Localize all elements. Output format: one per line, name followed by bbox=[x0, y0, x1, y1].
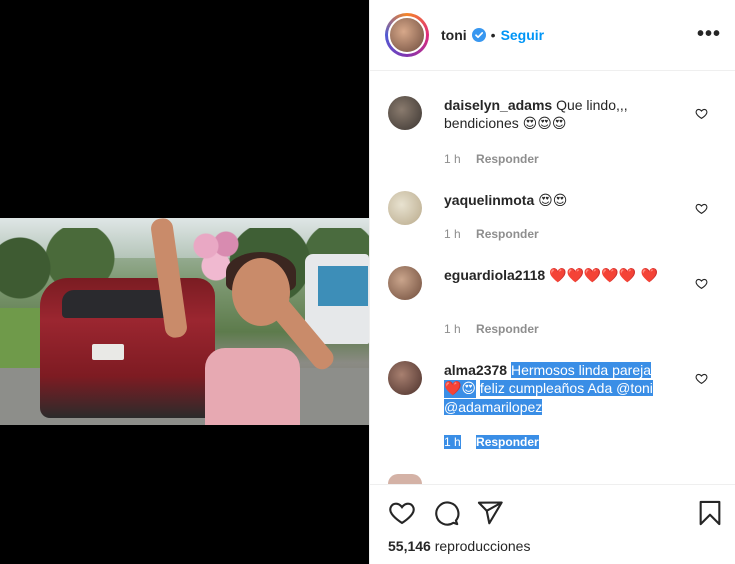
video-scene-face bbox=[232, 258, 290, 326]
reply-button[interactable]: Responder bbox=[476, 227, 539, 241]
commenter-avatar[interactable] bbox=[388, 361, 422, 395]
comment-body: eguardiola2118 ❤️❤️❤️❤️❤️ ❤️ bbox=[444, 266, 684, 285]
comment-like-heart-icon[interactable] bbox=[695, 107, 708, 120]
like-heart-icon[interactable] bbox=[388, 499, 416, 527]
comment-meta: 1 h Responder bbox=[444, 227, 551, 241]
views-number: 55,146 bbox=[388, 538, 431, 554]
comments-list[interactable]: daiselyn_adams Que lindo,,, bendiciones … bbox=[370, 71, 735, 484]
comment-time[interactable]: 1 h bbox=[444, 322, 461, 336]
comment-username[interactable]: alma2378 bbox=[444, 362, 507, 378]
comment-body: daiselyn_adams Que lindo,,, bendiciones … bbox=[444, 96, 684, 133]
comment-emojis: 😍😍 bbox=[538, 193, 568, 209]
comment-text: feliz cumpleaños Ada @toni @adamarilopez bbox=[444, 380, 653, 415]
more-options-icon[interactable]: ••• bbox=[697, 24, 721, 44]
comment-username[interactable]: daiselyn_adams bbox=[444, 97, 552, 113]
video-scene-license-plate bbox=[92, 344, 124, 360]
commenter-avatar[interactable] bbox=[388, 474, 422, 484]
comment-like-heart-icon[interactable] bbox=[695, 372, 708, 385]
views-count[interactable]: 55,146 reproducciones bbox=[388, 538, 530, 554]
views-label: reproducciones bbox=[434, 538, 531, 554]
comment-body: alma2378 Hermosos linda pareja ❤️😍 feliz… bbox=[444, 361, 684, 416]
header-separator: • bbox=[490, 27, 496, 43]
commenter-avatar[interactable] bbox=[388, 266, 422, 300]
follow-button[interactable]: Seguir bbox=[501, 27, 545, 43]
comment-emojis: ❤️😍 bbox=[444, 380, 477, 398]
post-side-panel: toni • Seguir ••• daiselyn_adams Que lin… bbox=[369, 0, 735, 564]
comment-emojis: 😍😍😍 bbox=[522, 116, 567, 132]
author-avatar[interactable] bbox=[385, 13, 429, 57]
comment-icon[interactable] bbox=[432, 499, 460, 527]
commenter-avatar[interactable] bbox=[388, 191, 422, 225]
video-scene-dress bbox=[205, 348, 300, 425]
author-avatar-image bbox=[388, 16, 426, 54]
comment-text: Hermosos linda pareja bbox=[510, 362, 652, 378]
author-username[interactable]: toni bbox=[441, 27, 467, 43]
comment-meta: 1 h Responder bbox=[444, 152, 551, 166]
reply-button[interactable]: Responder bbox=[476, 435, 539, 449]
comment-like-heart-icon[interactable] bbox=[695, 202, 708, 215]
post-actions: 55,146 reproducciones bbox=[370, 484, 735, 564]
comment-time[interactable]: 1 h bbox=[444, 435, 461, 449]
commenter-avatar[interactable] bbox=[388, 96, 422, 130]
post-header: toni • Seguir ••• bbox=[370, 0, 735, 71]
comment-time[interactable]: 1 h bbox=[444, 152, 461, 166]
comment-like-heart-icon[interactable] bbox=[695, 277, 708, 290]
comment-username[interactable]: eguardiola2118 bbox=[444, 267, 545, 283]
share-icon[interactable] bbox=[476, 499, 504, 527]
media-pane bbox=[0, 0, 369, 564]
save-bookmark-icon[interactable] bbox=[696, 499, 724, 527]
comment-time[interactable]: 1 h bbox=[444, 227, 461, 241]
comment-meta: 1 h Responder bbox=[444, 322, 551, 336]
comment-emojis: ❤️❤️❤️❤️❤️ ❤️ bbox=[549, 268, 659, 284]
comment-username[interactable]: yaquelinmota bbox=[444, 192, 534, 208]
reply-button[interactable]: Responder bbox=[476, 152, 539, 166]
comment-meta: 1 h Responder bbox=[444, 435, 551, 449]
reply-button[interactable]: Responder bbox=[476, 322, 539, 336]
comment-body: yaquelinmota 😍😍 bbox=[444, 191, 684, 210]
post-video[interactable] bbox=[0, 218, 369, 425]
verified-badge-icon bbox=[471, 28, 486, 42]
video-scene-van-window bbox=[318, 266, 368, 306]
